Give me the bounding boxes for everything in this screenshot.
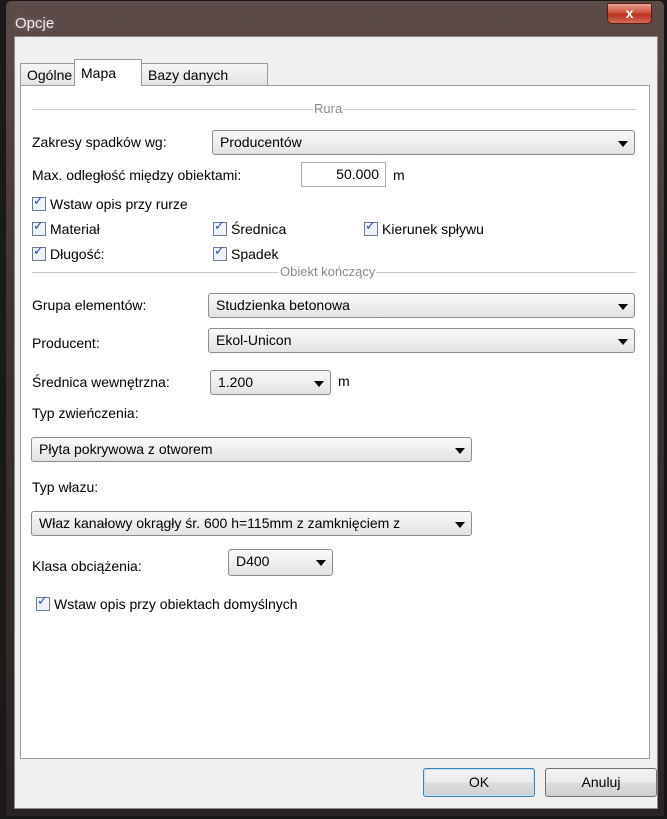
spadek-label: Spadek	[231, 246, 279, 262]
srednica-wewnetrzna-dropdown[interactable]: 1.200	[210, 370, 331, 395]
chevron-down-icon	[455, 448, 465, 454]
title-bar[interactable]: Opcje x	[6, 1, 664, 41]
max-odleglosc-input[interactable]: 50.000	[301, 162, 386, 187]
dlugosc-checkbox[interactable]: Długość:	[32, 244, 105, 262]
options-dialog: Opcje x Ogólne Mapa Bazy danych Rura Zak…	[5, 0, 665, 817]
klasa-value: D400	[236, 553, 270, 569]
typ-wlazu-dropdown[interactable]: Właz kanałowy okrągły śr. 600 h=115mm z …	[31, 511, 472, 536]
checkbox-checked-icon	[364, 219, 378, 236]
tab-ogolne[interactable]: Ogólne	[20, 63, 75, 85]
obiekt-section-title: Obiekt kończący	[279, 264, 377, 279]
typ-zwienczenia-label: Typ zwieńczenia:	[32, 405, 139, 421]
grupa-elementow-dropdown[interactable]: Studzienka betonowa	[208, 293, 635, 318]
tab-bazy-danych[interactable]: Bazy danych	[141, 63, 268, 85]
material-label: Materiał	[50, 221, 100, 237]
cancel-button[interactable]: Anuluj	[545, 768, 657, 797]
srednica-wewnetrzna-label: Średnica wewnętrzna:	[32, 374, 170, 390]
checkbox-checked-icon	[32, 244, 46, 261]
ok-button[interactable]: OK	[423, 768, 535, 797]
chevron-down-icon	[455, 522, 465, 528]
klasa-obciazenia-dropdown[interactable]: D400	[228, 549, 333, 576]
zakresy-spadkow-dropdown[interactable]: Producentów	[212, 130, 635, 155]
checkbox-checked-icon	[32, 219, 46, 236]
checkbox-checked-icon	[213, 219, 227, 236]
close-button[interactable]: x	[607, 3, 652, 24]
chevron-down-icon	[618, 141, 628, 147]
spadek-checkbox[interactable]: Spadek	[213, 244, 279, 262]
chevron-down-icon	[618, 304, 628, 310]
tab-mapa[interactable]: Mapa	[74, 59, 142, 86]
checkbox-checked-icon	[36, 594, 50, 611]
kierunek-splywu-checkbox[interactable]: Kierunek spływu	[364, 219, 484, 237]
tab-panel-mapa: Rura Zakresy spadków wg: Producentów Max…	[20, 85, 650, 759]
chevron-down-icon	[314, 381, 324, 387]
checkbox-checked-icon	[32, 194, 46, 211]
grupa-value: Studzienka betonowa	[216, 297, 350, 313]
srednica-checkbox[interactable]: Średnica	[213, 219, 287, 237]
producent-value: Ekol-Unicon	[216, 332, 292, 348]
rura-section-title: Rura	[313, 101, 344, 116]
checkbox-checked-icon	[213, 244, 227, 261]
material-checkbox[interactable]: Materiał	[32, 219, 100, 237]
srednica-value: 1.200	[218, 374, 254, 390]
window-title: Opcje	[15, 15, 55, 32]
close-icon: x	[625, 5, 634, 21]
producent-label: Producent:	[32, 335, 100, 351]
dialog-client-area: Ogólne Mapa Bazy danych Rura Zakresy spa…	[14, 36, 658, 809]
typ-zwienczenia-dropdown[interactable]: Płyta pokrywowa z otworem	[31, 437, 472, 462]
zakresy-label: Zakresy spadków wg:	[32, 134, 167, 150]
wstaw-opis-rura-label: Wstaw opis przy rurze	[50, 196, 188, 212]
kierunek-label: Kierunek spływu	[382, 221, 484, 237]
chevron-down-icon	[316, 560, 326, 566]
zakresy-value: Producentów	[220, 134, 302, 150]
dlugosc-label: Długość:	[50, 246, 105, 262]
wstaw-opis-domyslne-label: Wstaw opis przy obiektach domyślnych	[54, 596, 298, 612]
chevron-down-icon	[618, 339, 628, 345]
typ-wlazu-value: Właz kanałowy okrągły śr. 600 h=115mm z …	[39, 515, 401, 531]
srednica-unit: m	[338, 373, 350, 389]
typ-wlazu-label: Typ włazu:	[32, 479, 99, 495]
max-odleglosc-label: Max. odległość między obiektami:	[32, 167, 242, 183]
klasa-obciazenia-label: Klasa obciążenia:	[32, 558, 142, 574]
wstaw-opis-domyslne-checkbox[interactable]: Wstaw opis przy obiektach domyślnych	[36, 594, 298, 612]
wstaw-opis-rura-checkbox[interactable]: Wstaw opis przy rurze	[32, 194, 188, 212]
srednica-label: Średnica	[231, 221, 287, 237]
producent-dropdown[interactable]: Ekol-Unicon	[208, 328, 635, 353]
grupa-label: Grupa elementów:	[32, 297, 147, 313]
max-odleglosc-unit: m	[393, 167, 405, 183]
typ-zwienczenia-value: Płyta pokrywowa z otworem	[39, 441, 213, 457]
